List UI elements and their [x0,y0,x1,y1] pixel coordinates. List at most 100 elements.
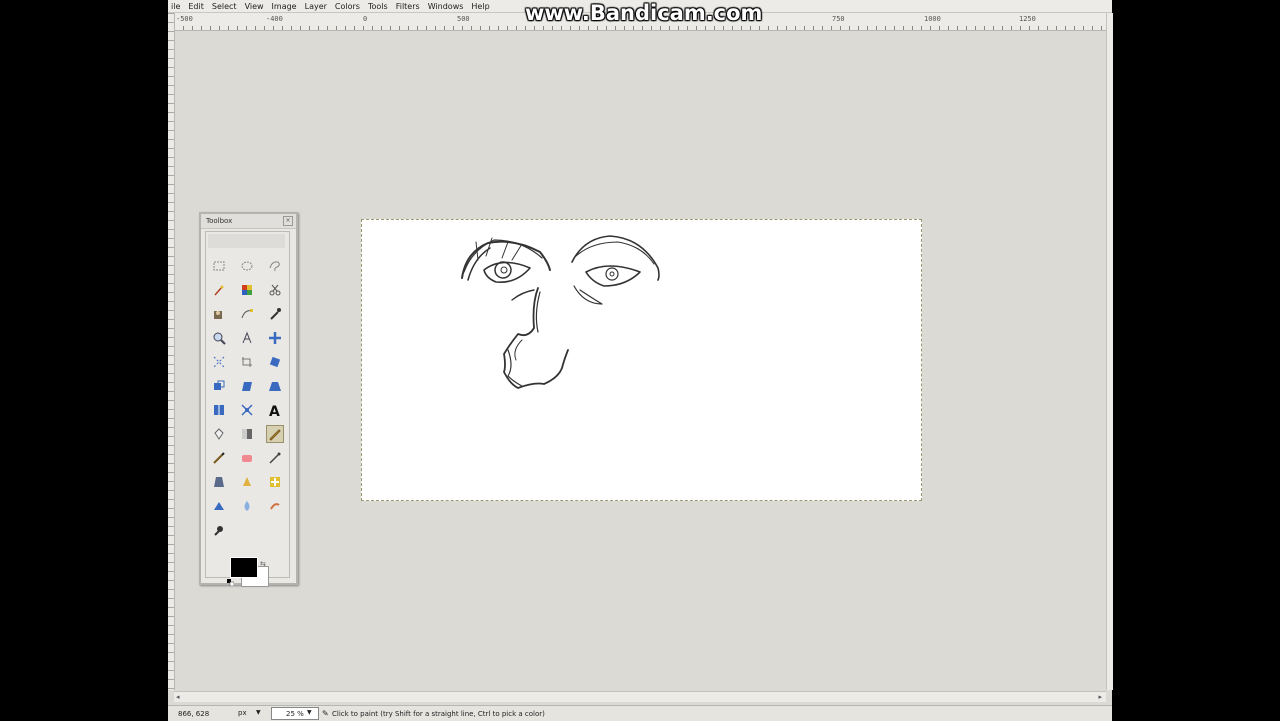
tool-rotate-button[interactable] [266,353,284,371]
pointer-coordinates: 866, 628 [178,710,210,718]
tool-foreground-select-button[interactable] [210,305,228,323]
fuzzy-select-icon [214,285,224,296]
unit-dropdown-icon[interactable]: ▼ [256,709,261,716]
move-icon [269,332,281,344]
menu-view[interactable]: View [245,2,264,11]
tool-text-button[interactable]: A [266,401,284,419]
tool-heal-button[interactable] [266,473,284,491]
tool-ellipse-select-button[interactable] [238,257,256,275]
swap-colors-icon[interactable]: ⇆ [260,560,266,568]
toolbox-panel: A ⇆ [205,231,290,587]
bandicam-watermark: www.Bandicam.com [525,1,763,25]
tool-pencil-button[interactable] [266,425,284,443]
menu-colors[interactable]: Colors [335,2,360,11]
tool-move-button[interactable] [266,329,284,347]
tool-color-select-button[interactable] [238,281,256,299]
toolbox-title: Toolbox [206,217,233,225]
tool-flip-button[interactable] [210,401,228,419]
ruler-label: 1000 [924,15,941,23]
tool-free-select-button[interactable] [266,257,284,275]
tool-airbrush-button[interactable] [266,449,284,467]
tool-fuzzy-select-button[interactable] [210,281,228,299]
tool-shear-button[interactable] [238,377,256,395]
rotate-icon [269,356,281,368]
rect-select-icon [213,261,225,271]
dodge-burn-icon [214,526,223,536]
status-bar: 866, 628 px ▼ 25 % ▼ ✎ Click to paint (t… [168,705,1112,721]
tool-measure-button[interactable] [238,329,256,347]
tool-ink-button[interactable] [210,473,228,491]
unit-select[interactable]: px [238,709,247,717]
reset-colors-icon[interactable] [227,579,234,586]
tool-blur-button[interactable] [238,497,256,515]
align-icon [213,356,225,368]
menu-file[interactable]: ile [171,2,180,11]
image-canvas[interactable] [361,219,922,501]
device-status-strip [208,234,285,248]
tool-zoom-button[interactable] [210,329,228,347]
tool-paintbrush-button[interactable] [210,449,228,467]
close-icon[interactable]: × [283,216,293,226]
flip-icon [214,405,224,415]
scissors-icon [269,284,281,296]
menu-image[interactable]: Image [272,2,297,11]
ruler-label: 500 [457,15,470,23]
paths-icon [241,309,253,319]
tool-scale-button[interactable] [210,377,228,395]
tool-eraser-button[interactable] [238,449,256,467]
free-select-icon [269,261,280,272]
menu-edit[interactable]: Edit [188,2,204,11]
tool-align-button[interactable] [210,353,228,371]
tool-scissors-button[interactable] [266,281,284,299]
toolbox-titlebar[interactable]: Toolbox × [201,214,296,229]
scroll-right-icon[interactable]: ▸ [1098,693,1102,701]
scroll-left-icon[interactable]: ◂ [176,693,180,701]
paintbrush-icon [213,452,225,464]
tool-cage-button[interactable] [238,401,256,419]
tool-blend-button[interactable] [238,425,256,443]
crop-icon [242,357,252,367]
tool-color-picker-button[interactable] [266,305,284,323]
ruler-ticks [174,26,1106,30]
svg-text:A: A [269,404,280,417]
menu-windows[interactable]: Windows [428,2,464,11]
blur-icon [244,501,250,511]
tool-clone-button[interactable] [238,473,256,491]
color-select-icon [242,285,252,295]
horizontal-scrollbar[interactable]: ◂ ▸ [174,691,1106,702]
tool-perspective-clone-button[interactable] [210,497,228,515]
blend-icon [242,429,252,439]
cage-icon [241,404,253,416]
vertical-scrollbar[interactable] [1106,13,1113,690]
color-picker-icon [270,308,281,320]
ruler-label: 1250 [1019,15,1036,23]
menu-layer[interactable]: Layer [305,2,327,11]
tool-dodge-burn-button[interactable] [210,521,228,539]
tool-perspective-button[interactable] [266,377,284,395]
ink-icon [214,477,224,487]
ruler-label: -500 [176,15,193,23]
clone-icon [243,477,251,486]
ruler-label: -400 [266,15,283,23]
airbrush-icon [269,452,281,464]
gimp-image-window: ile Edit Select View Image Layer Colors … [168,0,1113,721]
menu-filters[interactable]: Filters [396,2,420,11]
menu-help[interactable]: Help [471,2,489,11]
menu-select[interactable]: Select [212,2,237,11]
tool-crop-button[interactable] [238,353,256,371]
menu-tools[interactable]: Tools [368,2,388,11]
tool-paths-button[interactable] [238,305,256,323]
sketch-drawing [461,235,660,389]
heal-icon [270,477,280,487]
tool-rect-select-button[interactable] [210,257,228,275]
status-message: Click to paint (try Shift for a straight… [332,710,545,718]
perspective-clone-icon [214,502,224,510]
foreground-color-swatch[interactable] [230,557,258,578]
tool-smudge-button[interactable] [266,497,284,515]
tool-bucket-fill-button[interactable] [210,425,228,443]
vertical-ruler[interactable] [168,13,175,690]
ruler-label: 750 [832,15,845,23]
smudge-icon [270,503,280,510]
eraser-icon [242,455,252,462]
zoom-dropdown-icon[interactable]: ▼ [307,709,312,716]
